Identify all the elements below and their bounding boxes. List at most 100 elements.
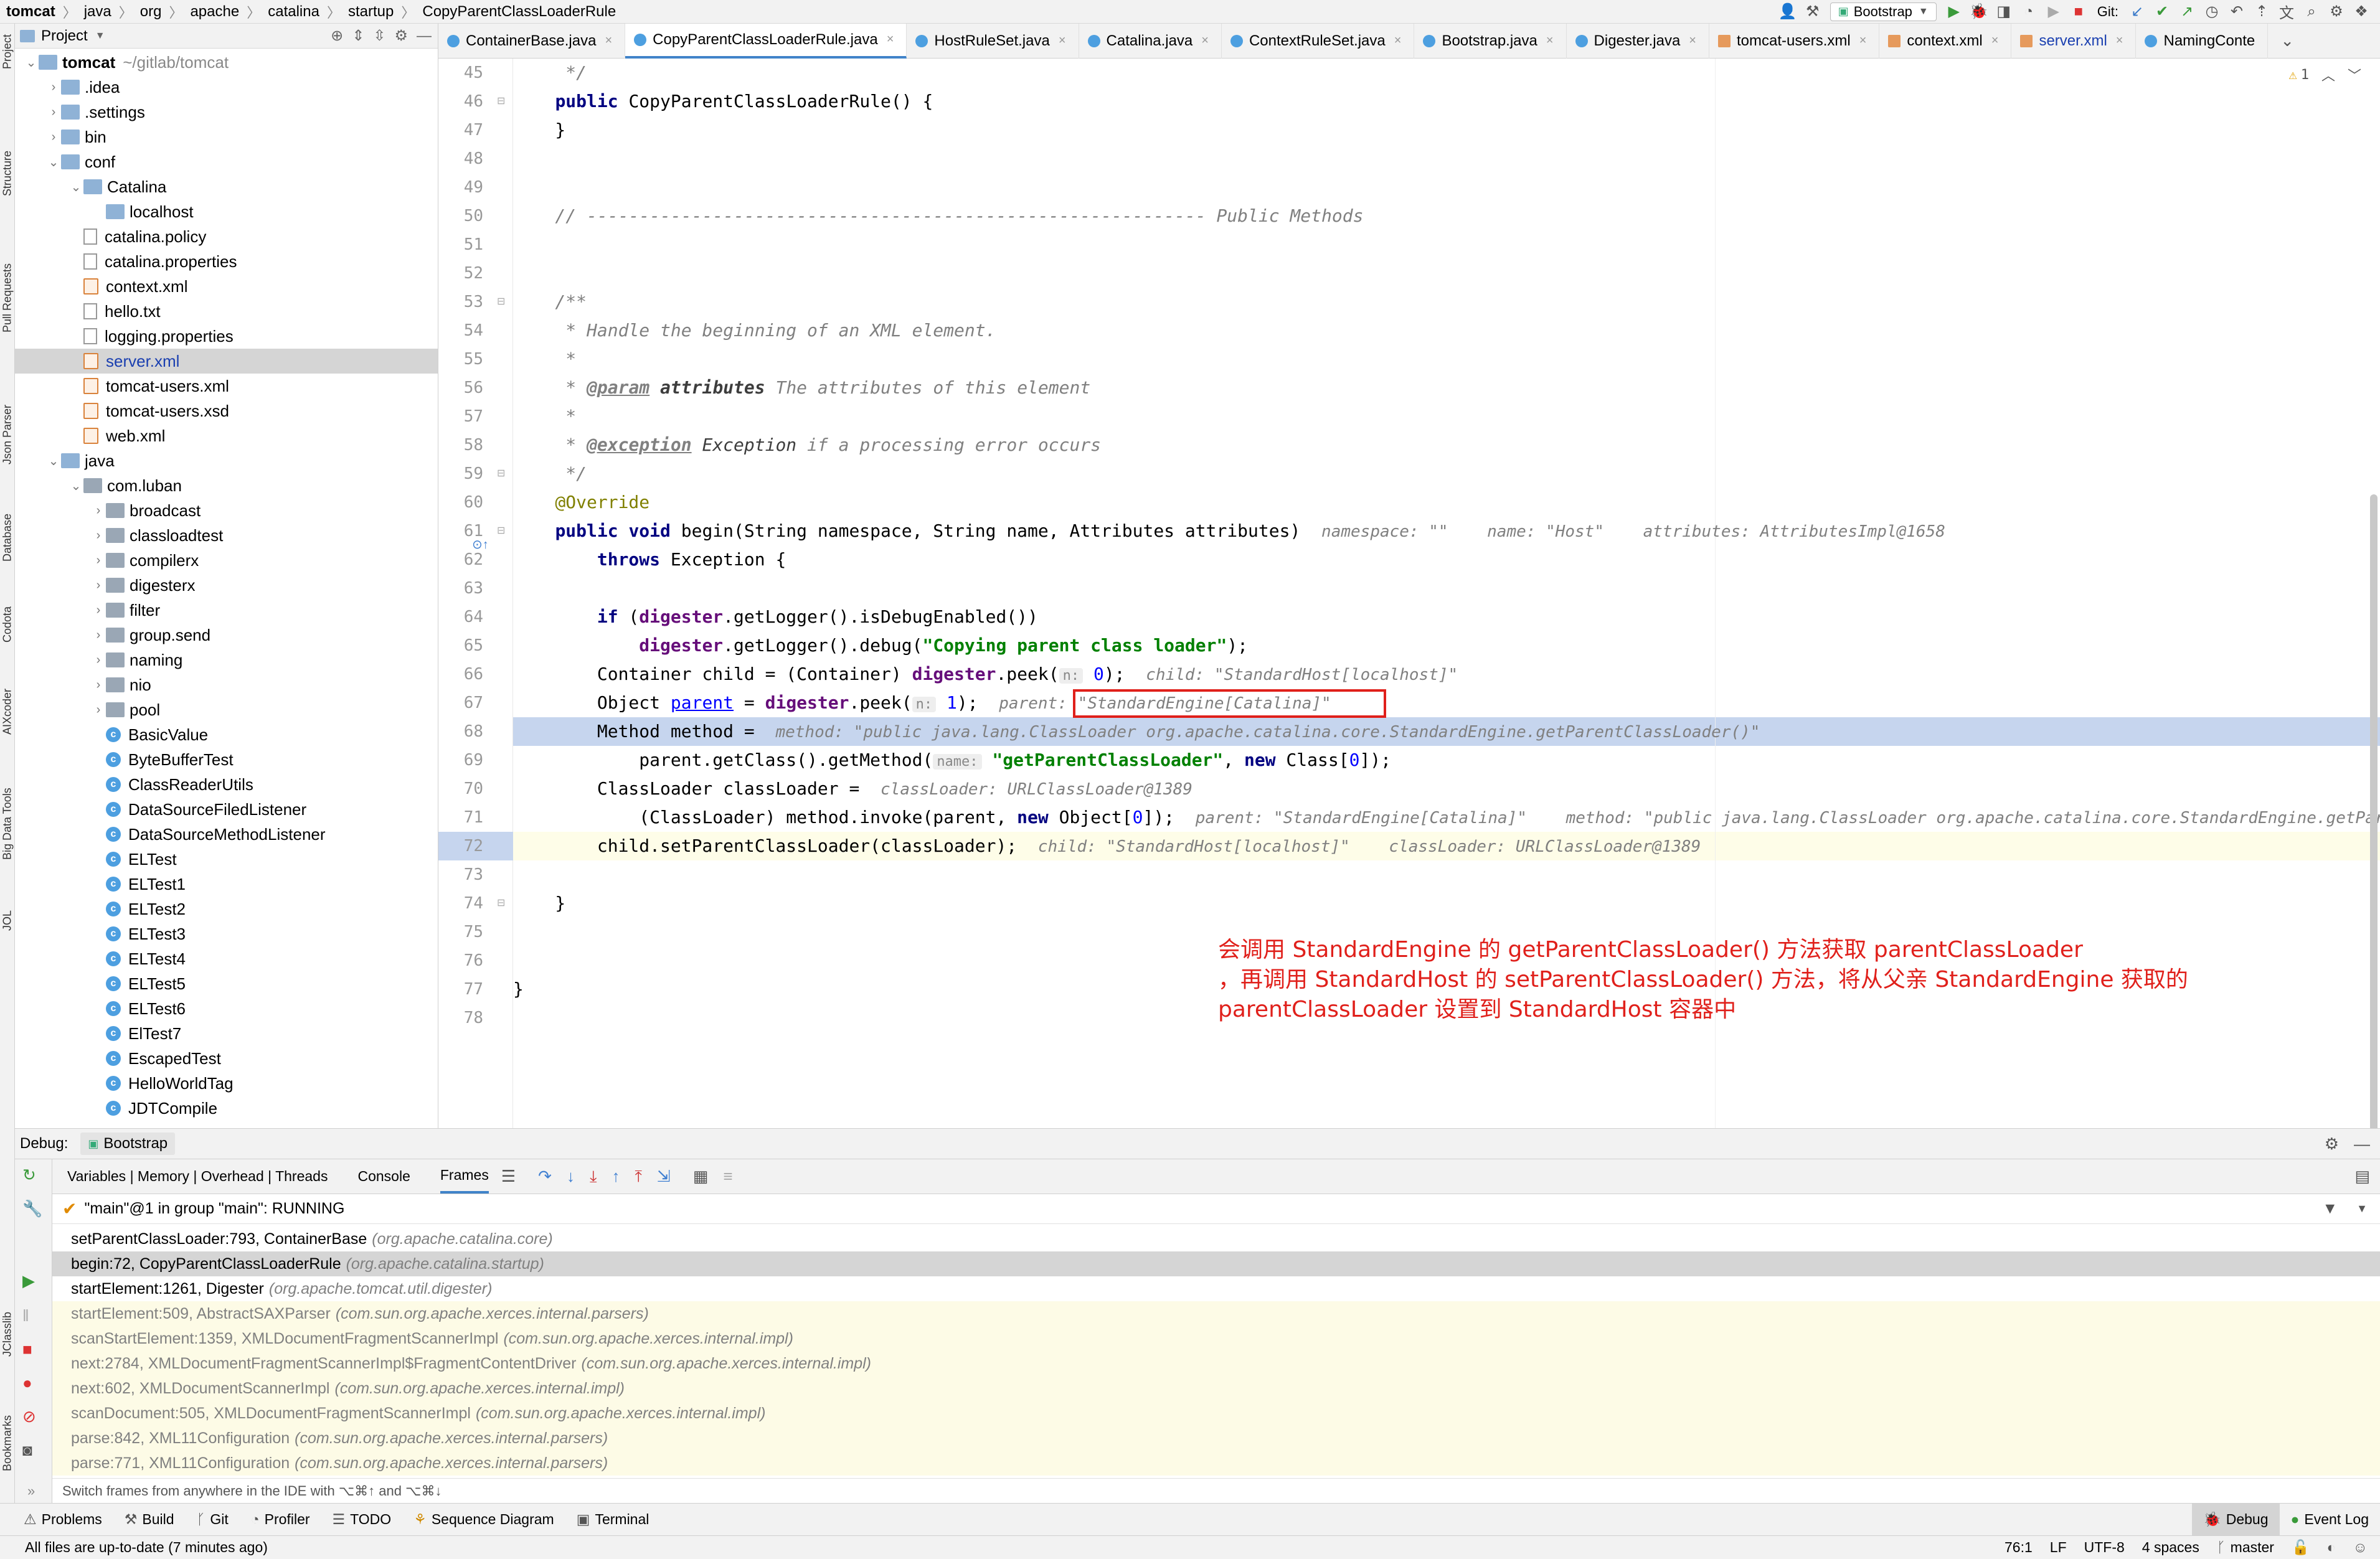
editor-tab[interactable]: Bootstrap.java × [1414,23,1567,59]
line-number[interactable]: 76 [438,946,483,975]
chevron-up-icon[interactable]: ︿ [2321,65,2335,85]
tree-item[interactable]: c ByteBufferTest [15,747,438,772]
filter-icon[interactable]: ▼ [2322,1200,2338,1218]
tool-window-bookmarks[interactable]: Bookmarks [0,1393,15,1493]
chevron-right-icon[interactable]: › [46,130,61,144]
layout-icon[interactable]: ▤ [2354,1167,2370,1186]
tool-window-database[interactable]: Database [0,497,15,578]
tool-window-project[interactable]: Project [0,24,15,80]
tree-item[interactable]: ⌄ Catalina [15,174,438,199]
tool-window-codota[interactable]: Codota [0,590,15,659]
chevron-right-icon[interactable]: › [46,80,61,95]
line-number[interactable]: 47 [438,116,483,144]
git-commit-icon[interactable]: ✔ [2150,0,2175,24]
line-number[interactable]: 51 [438,230,483,259]
run-config-select[interactable]: ▣ Bootstrap ▼ [1830,2,1937,21]
stack-frame[interactable]: next:602, XMLDocumentScannerImpl (com.sun… [52,1376,2380,1401]
editor-tab[interactable]: server.xml × [2011,23,2137,59]
fold-marker-icon[interactable]: ⊟ [497,295,505,308]
tree-item[interactable]: ⌄ conf [15,149,438,174]
tool-window-pull-requests[interactable]: Pull Requests [0,242,15,354]
notifications-icon[interactable]: ☺ [2353,1539,2368,1556]
editor-tab[interactable]: tomcat-users.xml × [1709,23,1880,59]
translate-icon[interactable]: 文 [2274,0,2299,24]
tree-item[interactable]: › nio [15,672,438,697]
gear-icon[interactable]: ⚙ [2325,1134,2339,1154]
tree-item[interactable]: catalina.policy [15,224,438,249]
bottom-tab-event-log[interactable]: ● Event Log [2280,1504,2380,1536]
editor-tab[interactable]: HostRuleSet.java × [907,23,1079,59]
line-number[interactable]: 48 [438,144,483,173]
line-number[interactable]: 58 [438,431,483,459]
chevron-down-icon[interactable]: ▼ [2356,1202,2368,1215]
line-number[interactable]: 75 [438,918,483,946]
line-number[interactable]: 63 [438,574,483,603]
expand-icon[interactable]: » [27,1483,35,1499]
fold-marker-icon[interactable]: ⊟ [497,524,505,537]
caret-position[interactable]: 76:1 [2005,1539,2033,1556]
gear-icon[interactable]: ⚙ [2324,0,2349,24]
fold-marker-icon[interactable]: ⊟ [497,95,505,107]
chevron-down-icon[interactable]: ⌄ [68,478,83,494]
file-encoding[interactable]: UTF-8 [2084,1539,2125,1556]
step-out-icon[interactable]: ↑ [612,1167,620,1186]
chevron-right-icon[interactable]: › [91,678,106,692]
close-icon[interactable]: × [2116,34,2123,48]
tool-window-structure[interactable]: Structure [0,136,15,210]
breadcrumb-item[interactable]: org [140,3,162,21]
locate-icon[interactable]: ⊕ [331,27,343,45]
user-icon[interactable]: 👤 [1775,0,1800,24]
tree-item[interactable]: c DataSourceMethodListener [15,822,438,847]
camera-icon[interactable]: ◙ [22,1441,32,1460]
tree-item[interactable]: c BasicValue [15,722,438,747]
evaluate-icon[interactable]: ▦ [693,1167,709,1186]
chevron-down-icon[interactable]: ﹀ [2348,65,2361,85]
chevron-down-icon[interactable]: ⌄ [46,154,61,170]
tree-item[interactable]: › compilerx [15,548,438,573]
line-number[interactable]: 62 [438,545,483,574]
stack-frame[interactable]: startElement:1261, Digester (org.apache.t… [52,1276,2380,1301]
rerun-icon[interactable]: ↻ [22,1166,36,1185]
tree-item[interactable]: › bin [15,125,438,149]
run-icon[interactable]: ▶ [1942,0,1967,24]
breadcrumb-item[interactable]: apache [190,3,239,21]
line-number[interactable]: 57 [438,402,483,431]
chevron-right-icon[interactable]: › [91,529,106,543]
drop-frame-icon[interactable]: ⤒ [635,1167,642,1187]
line-number[interactable]: 52 [438,259,483,288]
minimize-icon[interactable]: — [2354,1134,2370,1154]
step-over-icon[interactable]: ↷ [538,1167,552,1186]
git-update-icon[interactable]: ↙ [2125,0,2150,24]
editor-tab[interactable]: context.xml × [1879,23,2012,59]
tree-item[interactable]: ⌄ tomcat ~/gitlab/tomcat [15,50,438,75]
breakpoints-icon[interactable]: ● [22,1373,32,1393]
tool-window-json-parser[interactable]: Json Parser [0,385,15,484]
chevron-down-icon[interactable]: ⌄ [68,179,83,195]
stack-frame[interactable]: scanDocument:505, XMLDocumentFragmentSca… [52,1401,2380,1426]
run-to-cursor-icon[interactable]: ⇲ [657,1167,671,1186]
tool-window-jol[interactable]: JOL [0,895,15,945]
tab-console[interactable]: Console [357,1168,410,1185]
bottom-tab-problems[interactable]: ⚠ Problems [12,1504,113,1536]
minimize-icon[interactable]: — [417,27,432,45]
line-number[interactable]: 71 [438,803,483,832]
chevron-right-icon[interactable]: › [91,603,106,618]
tree-item[interactable]: c HelloWorldTag [15,1071,438,1096]
line-number[interactable]: 61 [438,517,483,545]
tree-item[interactable]: ⌄ java [15,448,438,473]
fold-marker-icon[interactable]: ⊟ [497,897,505,909]
chevron-right-icon[interactable]: › [91,628,106,643]
memory-indicator-icon[interactable]: ◐ [2327,1539,2336,1556]
fold-marker-icon[interactable]: ⊟ [497,467,505,479]
trace-icon[interactable]: ≡ [723,1167,732,1186]
chevron-right-icon[interactable]: › [46,105,61,120]
tree-item[interactable]: localhost [15,199,438,224]
line-number[interactable]: 67 [438,689,483,717]
tree-item[interactable]: web.xml [15,423,438,448]
thread-selector[interactable]: ✔ "main"@1 in group "main": RUNNING ▼ ▼ [52,1194,2380,1224]
tree-item[interactable]: c ElTest7 [15,1021,438,1046]
line-number[interactable]: 60 [438,488,483,517]
stop-icon[interactable]: ■ [2066,0,2091,24]
close-icon[interactable]: × [1689,34,1696,48]
close-icon[interactable]: × [1059,34,1066,48]
